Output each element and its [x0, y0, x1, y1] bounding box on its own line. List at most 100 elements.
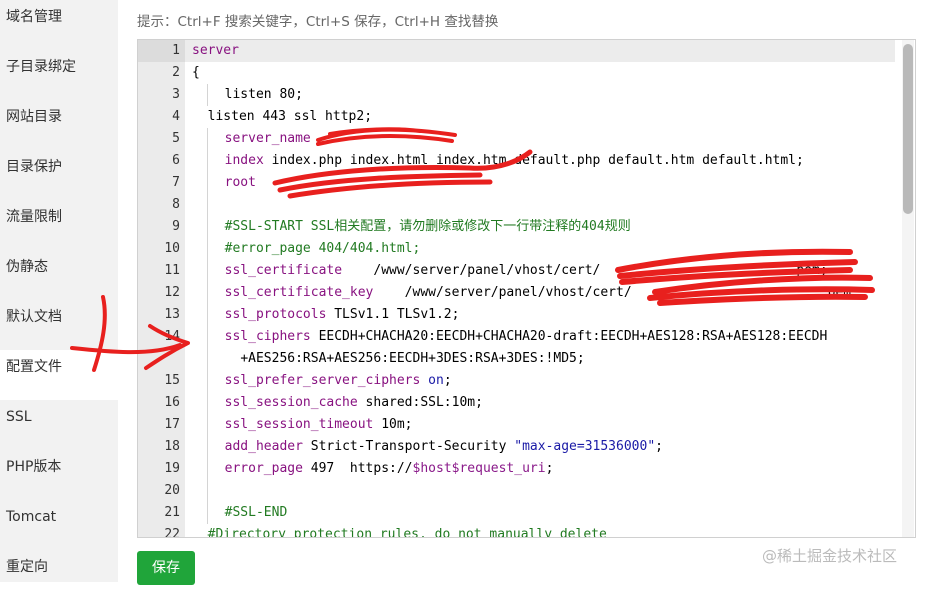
sidebar-item-php-version[interactable]: PHP版本 [0, 450, 118, 500]
indent-guide [192, 304, 208, 326]
code-line: server [185, 40, 895, 62]
line-number: 7 [172, 175, 180, 190]
code-area[interactable]: server { listen 80; listen 443 ssl http2… [185, 40, 915, 537]
code-value: on [420, 373, 444, 388]
code-line: listen 443 ssl http2; [185, 106, 915, 128]
code-text: +AES256:RSA+AES256:EECDH+3DES:RSA+3DES:!… [240, 351, 585, 366]
line-number: 4 [172, 109, 180, 124]
code-keyword: error_page [224, 461, 303, 476]
code-text: 497 https:// [302, 461, 413, 476]
code-keyword: server [192, 43, 239, 58]
indent-guide [192, 436, 208, 458]
code-variable: $host$request_uri [412, 461, 546, 476]
indent-guide [192, 216, 208, 238]
code-line: error_page 497 https://$host$request_uri… [185, 458, 915, 480]
code-line: root [185, 172, 915, 194]
code-keyword: root [224, 175, 256, 190]
code-keyword: add_header [224, 439, 303, 454]
code-comment: #SSL-START SSL相关配置，请勿删除或修改下一行带注释的404规则 [224, 219, 631, 234]
code-line: add_header Strict-Transport-Security "ma… [185, 436, 915, 458]
code-line: ssl_session_cache shared:SSL:10m; [185, 392, 915, 414]
code-text: Strict-Transport-Security [302, 439, 515, 454]
code-line: #SSL-END [185, 502, 915, 524]
indent-guide [192, 238, 208, 260]
indent-guide [192, 458, 208, 480]
line-number: 18 [164, 439, 180, 454]
sidebar-item-subdir-binding[interactable]: 子目录绑定 [0, 50, 118, 100]
code-text: listen 443 ssl http2; [207, 109, 373, 124]
save-button[interactable]: 保存 [137, 551, 195, 585]
code-text: shared:SSL:10m; [357, 395, 483, 410]
code-text: pem; [827, 285, 859, 300]
sidebar-item-traffic-limit[interactable]: 流量限制 [0, 200, 118, 250]
line-number: 5 [172, 131, 180, 146]
line-number: 17 [164, 417, 180, 432]
sidebar-item-domain[interactable]: 域名管理 [0, 0, 118, 50]
sidebar-item-site-dir[interactable]: 网站目录 [0, 100, 118, 150]
shortcut-hint: 提示：Ctrl+F 搜索关键字，Ctrl+S 保存，Ctrl+H 查找替换 [137, 14, 499, 30]
line-number: 3 [172, 87, 180, 102]
code-line: index index.php index.html index.htm def… [185, 150, 915, 172]
code-keyword: ssl_session_timeout [224, 417, 374, 432]
config-editor[interactable]: 1 2 3 4 5 6 7 8 9 10 11 12 13 14 15 16 1… [137, 39, 916, 538]
sidebar-item-rewrite[interactable]: 伪静态 [0, 250, 118, 300]
code-keyword: ssl_prefer_server_ciphers [224, 373, 421, 388]
indent-guide [192, 348, 208, 370]
code-line: ssl_prefer_server_ciphers on; [185, 370, 915, 392]
line-number: 16 [164, 395, 180, 410]
line-number: 10 [164, 241, 180, 256]
code-keyword: ssl_certificate_key [224, 285, 374, 300]
code-keyword: server_name [224, 131, 311, 146]
line-number: 1 [138, 40, 185, 62]
line-number: 14 [164, 329, 180, 344]
code-line: ssl_protocols TLSv1.1 TLSv1.2; [185, 304, 915, 326]
line-number: 11 [164, 263, 180, 278]
sidebar: 域名管理 子目录绑定 网站目录 目录保护 流量限制 伪静态 默认文档 配置文件 … [0, 0, 118, 582]
code-text: /www/server/panel/vhost/cert/ [342, 263, 601, 278]
indent-guide [192, 84, 208, 106]
code-text: EECDH+CHACHA20:EECDH+CHACHA20-draft:EECD… [310, 329, 828, 344]
line-number: 15 [164, 373, 180, 388]
sidebar-item-redirect[interactable]: 重定向 [0, 550, 118, 600]
code-text: index.php index.html index.htm default.p… [263, 153, 804, 168]
indent-guide [192, 392, 208, 414]
code-line: ssl_ciphers EECDH+CHACHA20:EECDH+CHACHA2… [185, 326, 915, 348]
scrollbar-thumb[interactable] [903, 44, 913, 214]
code-line: ssl_certificate /www/server/panel/vhost/… [185, 260, 915, 282]
editor-scrollbar[interactable] [902, 40, 914, 537]
code-text: 10m; [373, 417, 413, 432]
code-keyword: ssl_ciphers [224, 329, 311, 344]
code-line: #Directory protection rules, do not manu… [185, 524, 915, 537]
code-line: #SSL-START SSL相关配置，请勿删除或修改下一行带注释的404规则 [185, 216, 915, 238]
indent-guide [192, 480, 208, 502]
code-keyword: index [224, 153, 264, 168]
code-line: ssl_certificate_key /www/server/panel/vh… [185, 282, 915, 304]
line-number: 22 [164, 527, 180, 538]
code-line: listen 80; [185, 84, 915, 106]
sidebar-item-dir-protect[interactable]: 目录保护 [0, 150, 118, 200]
code-line: ssl_session_timeout 10m; [185, 414, 915, 436]
line-number: 19 [164, 461, 180, 476]
indent-guide [192, 194, 208, 216]
line-number-gutter: 1 2 3 4 5 6 7 8 9 10 11 12 13 14 15 16 1… [138, 40, 185, 537]
line-number: 9 [172, 219, 180, 234]
line-number: 20 [164, 483, 180, 498]
code-text: TLSv1.1 TLSv1.2; [326, 307, 460, 322]
line-number: 12 [164, 285, 180, 300]
sidebar-item-default-doc[interactable]: 默认文档 [0, 300, 118, 350]
sidebar-item-ssl[interactable]: SSL [0, 400, 118, 450]
indent-guide [192, 370, 208, 392]
code-line [185, 480, 915, 502]
line-number: 8 [172, 197, 180, 212]
sidebar-item-tomcat[interactable]: Tomcat [0, 500, 118, 550]
code-text: listen 80; [224, 87, 303, 102]
watermark: @稀土掘金技术社区 [762, 547, 898, 565]
indent-guide [192, 128, 208, 150]
indent-guide [192, 282, 208, 304]
sidebar-item-config-file[interactable]: 配置文件 [0, 350, 118, 400]
code-line: +AES256:RSA+AES256:EECDH+3DES:RSA+3DES:!… [185, 348, 915, 370]
line-number: 6 [172, 153, 180, 168]
code-line [185, 194, 915, 216]
code-keyword: ssl_certificate [224, 263, 343, 278]
code-line: server_name [185, 128, 915, 150]
